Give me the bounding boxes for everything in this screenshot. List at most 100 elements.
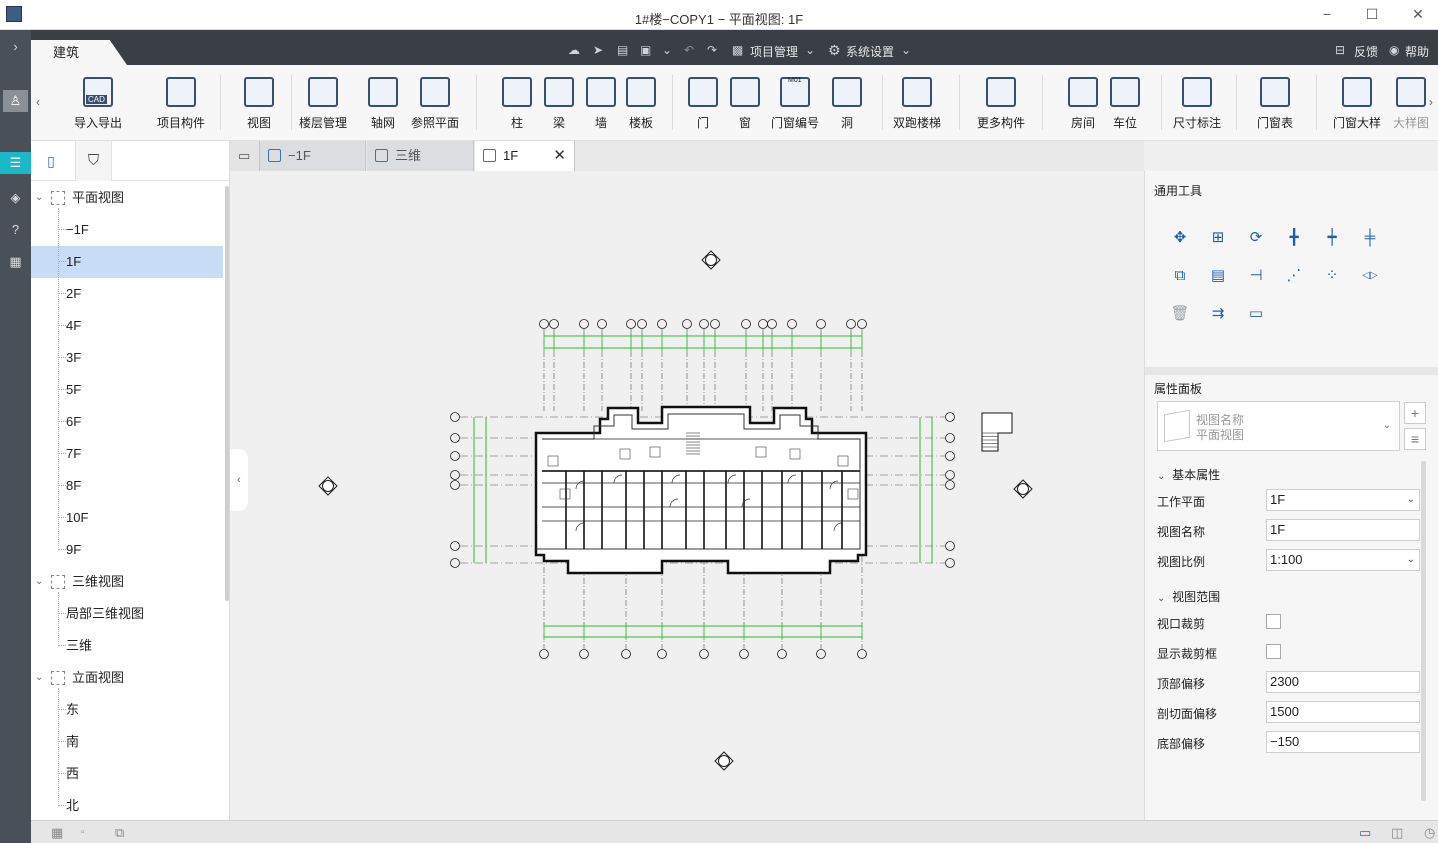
ribbon-stair-button[interactable]: 双跑楼梯 [888, 77, 946, 137]
ribbon-door-button[interactable]: 门 [688, 77, 718, 137]
clock-icon[interactable]: ◷ [1424, 825, 1435, 841]
cloud-icon[interactable]: ☁ [568, 42, 580, 58]
file-icon[interactable]: ▤ [617, 42, 628, 58]
tile-icon[interactable]: ⧉ [115, 825, 124, 841]
ribbon-more-components-button[interactable]: 更多构件 [971, 77, 1031, 137]
drawing-canvas[interactable]: ‹ [230, 171, 1144, 820]
user-avatar-icon[interactable]: ♙ [3, 90, 28, 112]
tree-group-0[interactable]: ⌄ 平面视图 [31, 182, 223, 214]
project-menu-chevron-icon[interactable]: ⌄ [805, 42, 815, 58]
tree-item[interactable]: 1F [31, 246, 223, 278]
multi-copy-icon[interactable]: ⁘ [1321, 265, 1343, 287]
ribbon-view-button[interactable]: 视图 [241, 77, 277, 137]
ribbon-parking-button[interactable]: 车位 [1105, 77, 1145, 137]
array-icon[interactable]: ⋰ [1283, 265, 1305, 287]
floor-plan-drawing[interactable] [230, 171, 1144, 820]
ribbon-opening-button[interactable]: 洞 [832, 77, 862, 137]
ribbon-column-button[interactable]: 柱 [502, 77, 532, 137]
offset-icon[interactable]: ⊣ [1245, 265, 1267, 287]
prop-value-text[interactable]: 2300 [1266, 671, 1420, 693]
tab-architecture[interactable]: 建筑 [31, 40, 127, 65]
compass-icon[interactable]: ◈ [3, 187, 28, 209]
tree-item[interactable]: 西 [31, 758, 223, 790]
prop-value-text[interactable]: −150 [1266, 731, 1420, 753]
prop-checkbox[interactable] [1266, 614, 1281, 629]
tree-group-1[interactable]: ⌄ 三维视图 [31, 566, 223, 598]
ribbon-scroll-right-icon[interactable]: › [1429, 95, 1433, 109]
tree-item[interactable]: 5F [31, 374, 223, 406]
list-view-icon[interactable]: ☰ [0, 152, 31, 174]
prop-checkbox[interactable] [1266, 644, 1281, 659]
collapse-left-panel-button[interactable]: ‹ [230, 449, 248, 511]
grid-apps-icon[interactable]: ▦ [3, 251, 28, 273]
ribbon-dimension-button[interactable]: 尺寸标注 [1168, 77, 1226, 137]
ribbon-reference-plane-button[interactable]: 参照平面 [405, 77, 465, 137]
tree-item[interactable]: 10F [31, 502, 223, 534]
tab-1f[interactable]: 1F ✕ [475, 141, 575, 171]
split-icon[interactable]: ┿ [1321, 227, 1343, 249]
tree-item[interactable]: 北 [31, 790, 223, 820]
tree-item[interactable]: 8F [31, 470, 223, 502]
ribbon-window-button[interactable]: 窗 [730, 77, 760, 137]
cube-outline-icon[interactable]: ◫ [1391, 825, 1403, 841]
settings-menu-chevron-icon[interactable]: ⌄ [901, 42, 911, 58]
prop-value-select[interactable]: 1:100 ⌄ [1266, 549, 1420, 571]
view-range-group[interactable]: ⌄ 视图范围 [1157, 588, 1220, 605]
ribbon-door-window-table-button[interactable]: 门窗表 [1251, 77, 1299, 137]
project-manage-menu[interactable]: 项目管理 [750, 43, 798, 60]
tree-item[interactable]: 3F [31, 342, 223, 374]
delete-icon[interactable]: 🗑 [1169, 303, 1191, 325]
ribbon-detail-drawing-button[interactable]: 大样图 [1391, 77, 1431, 137]
ribbon-grid-axis-button[interactable]: 轴网 [363, 77, 403, 137]
props-scrollbar[interactable] [1421, 461, 1426, 801]
trim-icon[interactable]: ╋ [1283, 227, 1305, 249]
tree-scrollbar[interactable] [225, 186, 229, 601]
send-icon[interactable]: ➤ [593, 42, 603, 58]
ribbon-slab-button[interactable]: 楼板 [621, 77, 661, 137]
ribbon-door-window-tag-button[interactable]: M01 门窗编号 [766, 77, 824, 137]
add-type-button[interactable]: + [1404, 402, 1426, 424]
redo-icon[interactable]: ↷ [707, 42, 717, 58]
tree-item[interactable]: 6F [31, 406, 223, 438]
expand-nav-icon[interactable]: › [3, 36, 28, 58]
rotate-icon[interactable]: ⟳ [1245, 227, 1267, 249]
close-tab-icon[interactable]: ✕ [553, 141, 566, 171]
ribbon-room-button[interactable]: 房间 [1063, 77, 1103, 137]
prop-value-text[interactable]: 1500 [1266, 701, 1420, 723]
copy-icon[interactable]: ⧉ [1169, 265, 1191, 287]
prop-value-text[interactable]: 1F [1266, 519, 1420, 541]
feedback-button[interactable]: 反馈 [1354, 43, 1378, 60]
tree-item[interactable]: 南 [31, 726, 223, 758]
ribbon-project-component-button[interactable]: 项目构件 [151, 77, 211, 137]
undo-icon[interactable]: ↶ [684, 42, 694, 58]
prop-value-select[interactable]: 1F ⌄ [1266, 489, 1420, 511]
tree-item[interactable]: 三维 [31, 630, 223, 662]
tab-list-icon[interactable]: ▭ [230, 141, 260, 171]
align-icon[interactable]: ▤ [1207, 265, 1229, 287]
tree-item[interactable]: 2F [31, 278, 223, 310]
close-window-button[interactable]: ✕ [1403, 4, 1433, 24]
help-button[interactable]: 帮助 [1405, 43, 1429, 60]
view-type-selector[interactable]: 视图名称 平面视图 ⌄ [1157, 401, 1400, 451]
ribbon-scroll-left-icon[interactable]: ‹ [36, 95, 40, 109]
tree-item[interactable]: 9F [31, 534, 223, 566]
layout-grid-icon[interactable]: ▦ [51, 825, 63, 841]
ribbon-wall-button[interactable]: 墙 [586, 77, 616, 137]
ribbon-cad-import-button[interactable]: CAD 导入导出 [72, 77, 124, 137]
ribbon-door-window-detail-button[interactable]: 门窗大样 [1328, 77, 1386, 137]
mirror-icon[interactable]: ◁▷ [1359, 265, 1381, 287]
match-icon[interactable]: ⇉ [1207, 303, 1229, 325]
package-icon[interactable]: ▣ [640, 42, 651, 58]
tree-item[interactable]: 局部三维视图 [31, 598, 223, 630]
move-icon[interactable]: ✥ [1169, 227, 1191, 249]
tree-item[interactable]: 东 [31, 694, 223, 726]
screen-icon[interactable]: ▭ [1359, 825, 1371, 841]
filter-icon[interactable]: ⛉ [75, 141, 112, 181]
add-frame-icon[interactable]: ⊞ [1207, 227, 1229, 249]
extend-icon[interactable]: ╪ [1359, 227, 1381, 249]
tree-item[interactable]: 7F [31, 438, 223, 470]
tree-group-2[interactable]: ⌄ 立面视图 [31, 662, 223, 694]
ribbon-floor-manage-button[interactable]: 楼层管理 [291, 77, 355, 137]
minimize-button[interactable]: − [1312, 4, 1342, 24]
tab-minus1f[interactable]: −1F [260, 141, 366, 171]
